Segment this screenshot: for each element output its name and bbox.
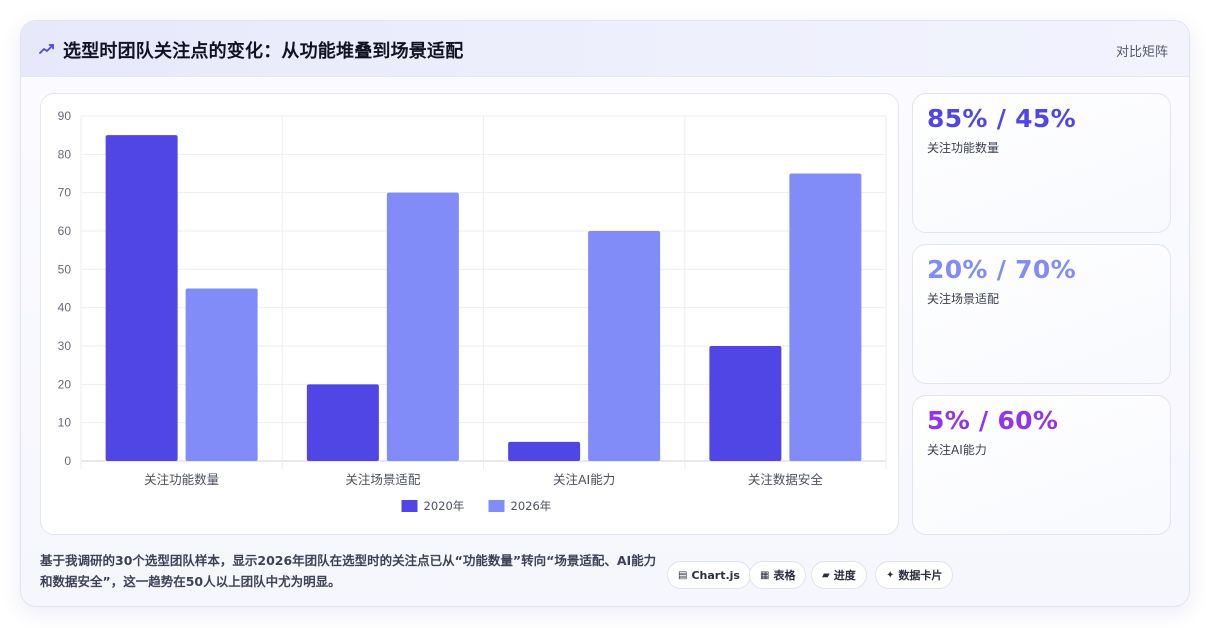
chip-label: 数据卡片 (898, 569, 943, 582)
bar-chart: 0 10 20 30 40 50 60 70 80 90 关注功能数量 关注场景适配 关注AI能力 关注数… (58, 109, 887, 513)
stat-card-scenario-fit: 20% / 70% 关注场景适配 (912, 244, 1171, 384)
legend-label: 2026年 (511, 499, 552, 513)
progress-icon: ▰ (822, 569, 830, 581)
stat-value: 20% / 70% (927, 255, 1076, 284)
bar-series-1 (508, 441, 581, 461)
stat-card-feature-count: 85% / 45% 关注功能数量 (912, 93, 1171, 233)
bar-series-1 (306, 384, 379, 461)
y-tick-label: 90 (58, 109, 72, 123)
chart-description: 基于我调研的30个选型团队样本，显示2026年团队在选型时的关注点已从“功能数量… (40, 553, 657, 589)
legend-label: 2020年 (424, 499, 465, 513)
chart-icon: ▤ (678, 569, 688, 581)
bar-series-2 (185, 288, 258, 461)
y-tick-label: 30 (58, 339, 72, 353)
bar-series-1 (709, 346, 782, 461)
stat-label: 关注功能数量 (927, 141, 1000, 155)
sparkle-icon: ✦ (886, 569, 895, 581)
chip-label: 进度 (833, 569, 856, 582)
chip-table[interactable]: ▦ 表格 (749, 561, 807, 589)
chip-progress[interactable]: ▰ 进度 (811, 561, 867, 589)
x-tick-label: 关注场景适配 (345, 472, 421, 487)
stat-label: 关注AI能力 (927, 443, 987, 457)
compare-matrix-link[interactable]: 对比矩阵 (1116, 41, 1168, 60)
chip-label: Chart.js (691, 568, 740, 582)
x-tick-label: 关注功能数量 (144, 472, 219, 487)
y-tick-label: 80 (58, 147, 72, 161)
y-tick-label: 10 (58, 416, 72, 430)
bar-series-2 (386, 192, 459, 461)
x-tick-label: 关注数据安全 (748, 472, 824, 487)
stat-value: 85% / 45% (927, 104, 1076, 133)
bar-series-2 (588, 231, 661, 461)
chip-data-cards[interactable]: ✦ 数据卡片 (875, 561, 954, 589)
y-tick-label: 40 (58, 301, 72, 315)
y-tick-label: 50 (58, 262, 72, 276)
y-tick-label: 0 (64, 454, 71, 468)
bar-chart-panel: 0 10 20 30 40 50 60 70 80 90 关注功能数量 关注场景适配 关注AI能力 关注数… (40, 93, 899, 535)
legend-swatch (488, 500, 505, 512)
card-header: 选型时团队关注点的变化：从功能堆叠到场景适配 对比矩阵 (21, 21, 1189, 77)
bar-series-2 (789, 173, 862, 461)
stat-value: 5% / 60% (927, 406, 1059, 435)
chart-card: 选型时团队关注点的变化：从功能堆叠到场景适配 对比矩阵 0 10 20 30 40 50 6… (20, 20, 1190, 607)
trend-line-icon (39, 44, 54, 54)
stat-card-ai-capability: 5% / 60% 关注AI能力 (912, 395, 1171, 535)
y-tick-label: 60 (58, 224, 72, 238)
stat-label: 关注场景适配 (927, 292, 1000, 306)
legend-swatch (401, 500, 418, 512)
chip-label: 表格 (773, 569, 796, 582)
x-tick-label: 关注AI能力 (553, 472, 615, 487)
y-tick-label: 20 (58, 377, 72, 391)
table-icon: ▦ (760, 569, 770, 581)
y-tick-label: 70 (58, 186, 72, 200)
bar-series-1 (105, 135, 178, 461)
page-title: 选型时团队关注点的变化：从功能堆叠到场景适配 (63, 41, 464, 62)
chip-chartjs[interactable]: ▤ Chart.js (667, 561, 751, 589)
